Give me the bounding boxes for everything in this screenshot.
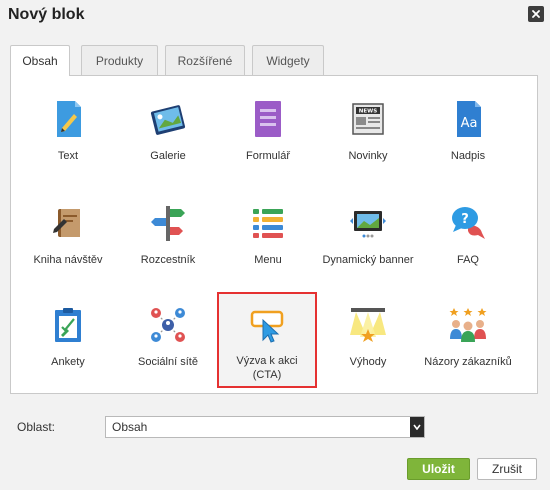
block-label: Ankety bbox=[51, 356, 85, 368]
dialog-titlebar: Nový blok bbox=[0, 0, 550, 32]
block-label: Výzva k akci (CTA) bbox=[236, 355, 298, 381]
block-label: Názory zákazníků bbox=[424, 356, 512, 368]
block-label: Menu bbox=[254, 254, 282, 266]
block-form[interactable]: Formulář bbox=[218, 87, 318, 183]
signpost-icon bbox=[151, 206, 185, 241]
block-menu[interactable]: Menu bbox=[218, 191, 318, 287]
benefits-icon bbox=[350, 308, 386, 342]
save-button[interactable]: Uložit bbox=[407, 458, 470, 480]
news-icon: NEWS bbox=[352, 103, 384, 135]
block-gallery[interactable]: Galerie bbox=[118, 87, 218, 183]
block-label: Novinky bbox=[348, 150, 388, 162]
block-text[interactable]: Text bbox=[18, 87, 118, 183]
block-label: Formulář bbox=[245, 150, 290, 162]
svg-text:NEWS: NEWS bbox=[359, 109, 377, 115]
testimonials-icon bbox=[449, 308, 487, 342]
block-label: Galerie bbox=[150, 150, 186, 162]
block-label: Výhody bbox=[349, 356, 387, 368]
tab-label: Widgety bbox=[266, 53, 310, 68]
close-button[interactable] bbox=[528, 6, 544, 22]
cancel-button[interactable]: Zrušit bbox=[477, 458, 537, 480]
tab-label: Produkty bbox=[95, 53, 144, 68]
gallery-icon bbox=[150, 105, 186, 135]
block-heading[interactable]: Aa Nadpis bbox=[418, 87, 518, 183]
tab-produkty[interactable]: Produkty bbox=[81, 45, 158, 75]
heading-icon: Aa bbox=[457, 101, 481, 137]
block-cta[interactable]: Výzva k akci (CTA) bbox=[217, 292, 317, 388]
social-icon bbox=[151, 308, 185, 342]
tab-rozsirene[interactable]: Rozšířené bbox=[165, 45, 245, 75]
area-select-value: Obsah bbox=[112, 420, 148, 434]
text-icon bbox=[57, 101, 81, 137]
block-label: Text bbox=[57, 150, 79, 162]
block-poll[interactable]: Ankety bbox=[18, 293, 118, 389]
area-select[interactable]: Obsah bbox=[105, 416, 425, 438]
area-label: Oblast: bbox=[17, 420, 56, 434]
guestbook-icon bbox=[53, 209, 80, 237]
block-news[interactable]: NEWS Novinky bbox=[318, 87, 418, 183]
menu-icon bbox=[253, 209, 283, 238]
svg-text:Aa: Aa bbox=[461, 116, 478, 131]
tab-label: Rozšířené bbox=[177, 53, 233, 68]
block-label: Kniha návštěv bbox=[33, 254, 103, 266]
block-grid-panel: Text Galerie Formulář NEWS Novinky Aa Na… bbox=[10, 75, 538, 394]
block-signpost[interactable]: Rozcestník bbox=[118, 191, 218, 287]
block-testimonials[interactable]: Názory zákazníků bbox=[418, 293, 518, 389]
block-label: FAQ bbox=[456, 254, 479, 266]
dialog-title: Nový blok bbox=[8, 6, 85, 23]
block-label: Sociální sítě bbox=[138, 356, 198, 368]
banner-icon bbox=[350, 211, 386, 238]
close-icon bbox=[532, 10, 540, 18]
form-icon bbox=[255, 101, 281, 137]
chevron-down-icon[interactable] bbox=[410, 417, 424, 437]
block-label: Rozcestník bbox=[140, 254, 196, 266]
tab-label: Obsah bbox=[22, 54, 58, 68]
block-label: Dynamický banner bbox=[322, 254, 414, 266]
tab-obsah[interactable]: Obsah bbox=[10, 45, 70, 76]
faq-icon: ? bbox=[452, 207, 485, 239]
block-benefits[interactable]: Výhody bbox=[318, 293, 418, 389]
svg-text:?: ? bbox=[461, 212, 469, 227]
tab-widgety[interactable]: Widgety bbox=[252, 45, 324, 75]
block-social[interactable]: Sociální sítě bbox=[118, 293, 218, 389]
block-faq[interactable]: ? FAQ bbox=[418, 191, 518, 287]
block-guestbook[interactable]: Kniha návštěv bbox=[18, 191, 118, 287]
cta-icon bbox=[250, 310, 284, 343]
block-dynamic-banner[interactable]: Dynamický banner bbox=[318, 191, 418, 287]
poll-icon bbox=[55, 308, 81, 342]
block-label: Nadpis bbox=[450, 150, 486, 162]
